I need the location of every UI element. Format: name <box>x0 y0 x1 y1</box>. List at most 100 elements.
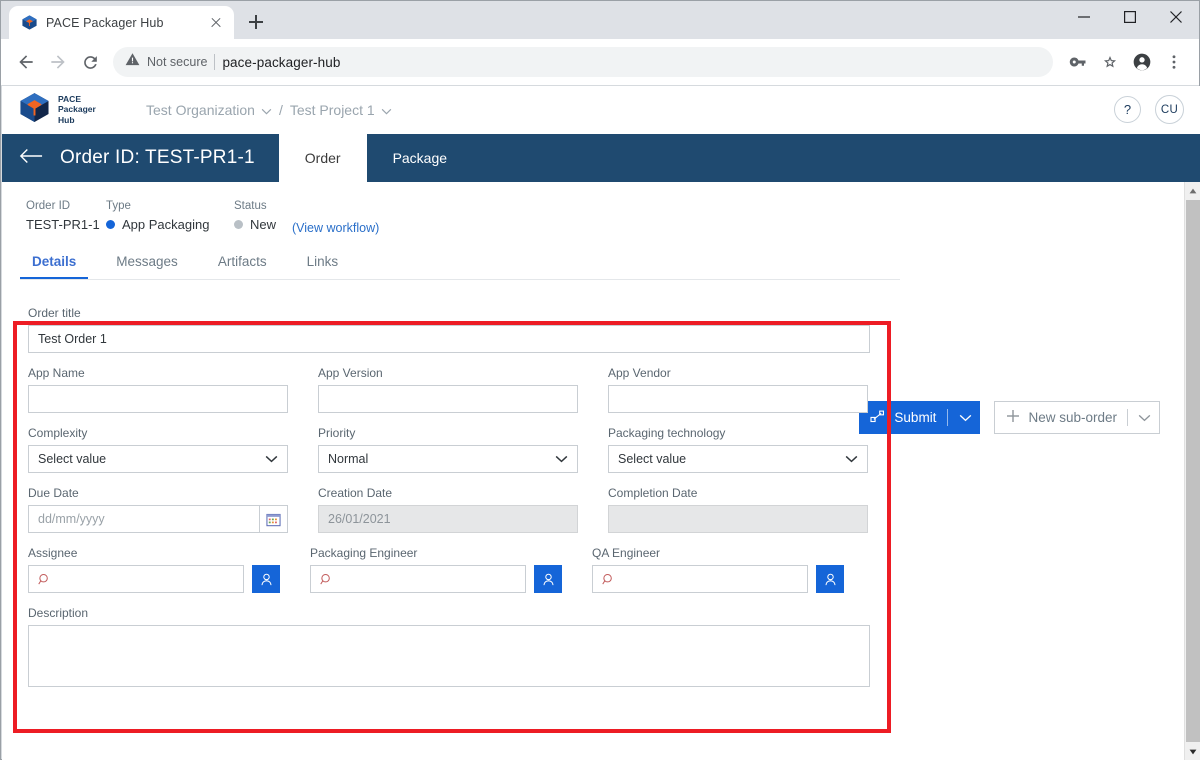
scroll-up-arrow-icon[interactable] <box>1185 182 1200 199</box>
reload-icon[interactable] <box>75 47 105 77</box>
form-row-app: App Name App Version App Vendor <box>28 366 882 413</box>
meta-status-text: New <box>250 217 277 232</box>
window-controls <box>1061 1 1199 39</box>
back-button[interactable] <box>2 134 60 182</box>
qa-engineer-input[interactable] <box>592 565 808 593</box>
new-tab-button[interactable] <box>242 8 270 36</box>
qa-engineer-control <box>592 565 844 593</box>
tab-messages[interactable]: Messages <box>116 254 178 280</box>
user-picker-icon[interactable] <box>816 565 844 593</box>
page-viewport: PACE Packager Hub Test Organization / Te… <box>2 86 1200 760</box>
logo-line-2: Packager <box>58 104 96 115</box>
description-textarea[interactable] <box>28 625 870 687</box>
assignee-input[interactable] <box>28 565 244 593</box>
form-row-title: Order title Test Order 1 <box>28 306 882 353</box>
meta-status: Status New <box>234 200 292 232</box>
user-picker-icon[interactable] <box>534 565 562 593</box>
content-scrollbar[interactable] <box>1184 182 1200 760</box>
packaging-engineer-input[interactable] <box>310 565 526 593</box>
app-vendor-input[interactable] <box>608 385 868 413</box>
meta-type: Type App Packaging <box>106 200 234 232</box>
breadcrumb-project[interactable]: Test Project 1 <box>290 102 392 118</box>
assignee-label: Assignee <box>28 546 78 560</box>
field-packaging-technology: Packaging technology Select value <box>608 426 868 473</box>
logo-line-3: Hub <box>58 114 75 125</box>
description-label: Description <box>28 606 89 620</box>
maximize-icon[interactable] <box>1107 1 1153 32</box>
scroll-down-arrow-icon[interactable] <box>1185 743 1200 760</box>
security-status-label: Not secure <box>147 55 208 69</box>
field-description: Description <box>28 606 870 687</box>
field-priority: Priority Normal <box>318 426 578 473</box>
app-header: PACE Packager Hub Test Organization / Te… <box>2 86 1200 134</box>
app-vendor-label: App Vendor <box>608 366 671 380</box>
profile-avatar-icon[interactable] <box>1127 47 1157 77</box>
breadcrumb-organization[interactable]: Test Organization <box>146 102 272 118</box>
calendar-icon[interactable] <box>260 505 288 533</box>
key-icon[interactable] <box>1063 47 1093 77</box>
tab-details[interactable]: Details <box>19 254 89 280</box>
chevron-down-icon <box>261 102 272 118</box>
close-icon[interactable] <box>206 13 226 33</box>
packaging-engineer-label: Packaging Engineer <box>310 546 418 560</box>
packaging-technology-select[interactable]: Select value <box>608 445 868 473</box>
priority-value: Normal <box>328 452 369 466</box>
app-logo[interactable]: PACE Packager Hub <box>18 91 128 129</box>
scrollbar-thumb[interactable] <box>1186 200 1200 742</box>
field-creation-date: Creation Date 26/01/2021 <box>318 486 578 533</box>
meta-type-value: App Packaging <box>106 217 234 232</box>
three-dots-menu-icon[interactable] <box>1159 47 1189 77</box>
page-title: Order ID: TEST-PR1-1 <box>60 147 255 168</box>
tab-package[interactable]: Package <box>367 134 473 182</box>
meta-status-value: New <box>234 217 292 232</box>
back-arrow-icon[interactable] <box>11 47 41 77</box>
due-date-label: Due Date <box>28 486 79 500</box>
detail-tabs: Details Messages Artifacts Links <box>2 254 1200 280</box>
minimize-icon[interactable] <box>1061 1 1107 32</box>
complexity-label: Complexity <box>28 426 88 440</box>
breadcrumb-organization-label: Test Organization <box>146 101 255 118</box>
form-row-classification: Complexity Select value Priority Normal … <box>28 426 882 473</box>
complexity-select[interactable]: Select value <box>28 445 288 473</box>
field-completion-date: Completion Date <box>608 486 868 533</box>
browser-tab-title: PACE Packager Hub <box>46 15 164 30</box>
packaging-engineer-control <box>310 565 562 593</box>
view-workflow-link[interactable]: (View workflow) <box>292 221 379 235</box>
tab-links[interactable]: Links <box>307 254 339 280</box>
order-details-form: Order title Test Order 1 App Name App Ve… <box>2 280 1200 687</box>
order-title-label: Order title <box>28 306 81 320</box>
meta-order-id: Order ID TEST-PR1-1 <box>26 200 106 232</box>
address-bar[interactable]: Not secure pace-packager-hub <box>113 47 1053 77</box>
app-version-input[interactable] <box>318 385 578 413</box>
browser-tab[interactable]: PACE Packager Hub <box>9 6 234 39</box>
app-version-label: App Version <box>318 366 383 380</box>
url-text: pace-packager-hub <box>222 54 341 70</box>
field-assignee: Assignee <box>28 546 280 593</box>
browser-title-bar: PACE Packager Hub <box>1 1 1199 39</box>
type-status-dot <box>106 220 115 229</box>
user-picker-icon[interactable] <box>252 565 280 593</box>
order-title-input[interactable]: Test Order 1 <box>28 325 870 353</box>
assignee-control <box>28 565 280 593</box>
status-dot <box>234 220 243 229</box>
due-date-control: dd/mm/yyyy <box>28 505 288 533</box>
priority-select[interactable]: Normal <box>318 445 578 473</box>
app-name-input[interactable] <box>28 385 288 413</box>
pace-cube-icon <box>18 91 51 129</box>
chevron-down-icon <box>555 452 568 466</box>
warning-triangle-icon <box>125 52 140 72</box>
avatar[interactable]: CU <box>1155 95 1184 124</box>
complexity-value: Select value <box>38 452 107 466</box>
logo-line-1: PACE <box>58 94 81 105</box>
due-date-input[interactable]: dd/mm/yyyy <box>28 505 260 533</box>
star-icon[interactable] <box>1095 47 1125 77</box>
tab-artifacts[interactable]: Artifacts <box>218 254 267 280</box>
help-button[interactable]: ? <box>1114 96 1141 123</box>
header-actions: ? CU <box>1114 95 1184 124</box>
tab-order[interactable]: Order <box>278 134 367 182</box>
field-qa-engineer: QA Engineer <box>592 546 844 593</box>
window-close-icon[interactable] <box>1153 1 1199 32</box>
search-icon <box>602 573 615 586</box>
creation-date-label: Creation Date <box>318 486 393 500</box>
qa-engineer-label: QA Engineer <box>592 546 661 560</box>
